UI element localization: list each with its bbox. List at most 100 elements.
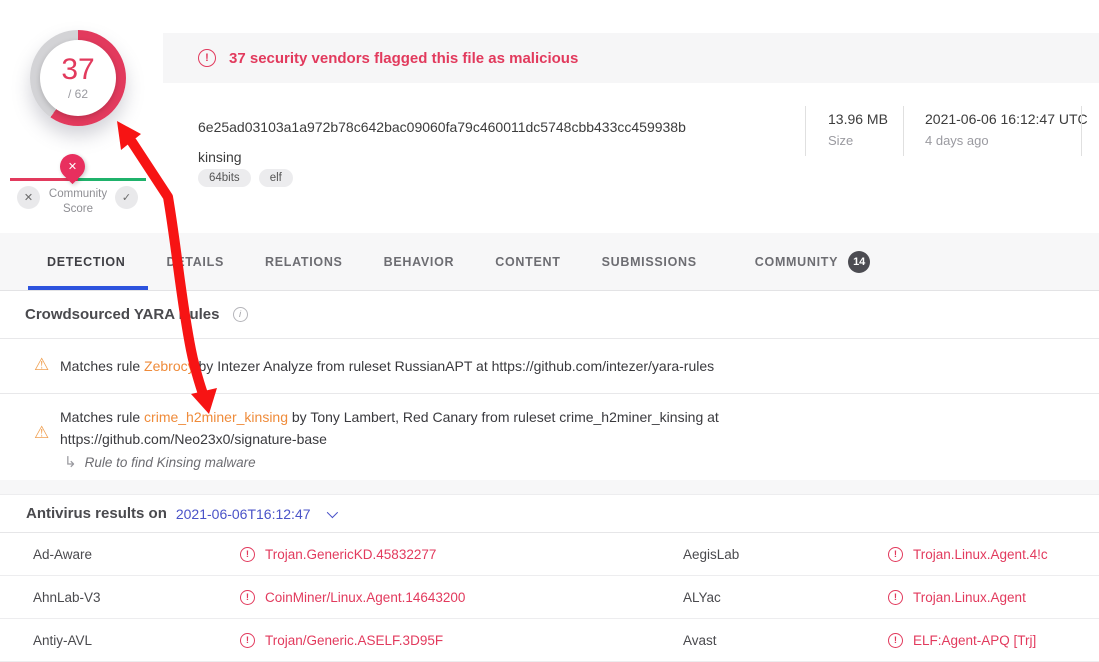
detection-result: ! Trojan/Generic.ASELF.3D95F — [240, 619, 443, 662]
file-hash[interactable]: 6e25ad03103a1a972b78c642bac09060fa79c460… — [198, 119, 686, 135]
alert-circle-icon: ! — [198, 49, 216, 67]
detection-result-text: Trojan.GenericKD.45832277 — [265, 547, 436, 562]
tab-submissions[interactable]: SUBMISSIONS — [602, 233, 697, 290]
detection-result: ! ELF:Agent-APQ [Trj] — [888, 619, 1036, 662]
analysis-date-relative: 4 days ago — [925, 133, 1088, 148]
analysis-date-value: 2021-06-06 16:12:47 UTC — [925, 111, 1088, 127]
tab-relations[interactable]: RELATIONS — [265, 233, 343, 290]
engine-name: Ad-Aware — [33, 533, 92, 576]
antivirus-results-table: Ad-Aware! Trojan.GenericKD.45832277 AegisL… — [0, 533, 1099, 662]
tab-details[interactable]: DETAILS — [167, 233, 224, 290]
file-date-column: 2021-06-06 16:12:47 UTC 4 days ago — [925, 111, 1088, 148]
x-icon: ✕ — [24, 191, 33, 204]
section-gap — [0, 480, 1099, 495]
yara-note-text: Rule to find Kinsing malware — [85, 455, 256, 470]
banner-text: 37 security vendors flagged this file as… — [229, 50, 578, 67]
file-name: kinsing — [198, 149, 242, 165]
file-info-card: 6e25ad03103a1a972b78c642bac09060fa79c460… — [163, 83, 1099, 233]
file-size-column: 13.96 MB Size — [828, 111, 888, 148]
detection-result-text: CoinMiner/Linux.Agent.14643200 — [265, 590, 465, 605]
tab-label: CONTENT — [495, 255, 560, 269]
antivirus-heading: Antivirus results on — [26, 505, 167, 522]
yara-rules-card: ⚠ Matches rule Zebrocy by Intezer Analyze… — [0, 338, 1099, 484]
yara-rule-rest: by Intezer Analyze from ruleset RussianA… — [195, 358, 715, 374]
community-score-pin-icon: ✕ — [55, 149, 90, 184]
yara-rule-rest: by Tony Lambert, Red Canary from ruleset… — [288, 409, 719, 425]
file-size-value: 13.96 MB — [828, 111, 888, 127]
file-tag-64bits[interactable]: 64bits — [198, 169, 251, 187]
yara-rule-link[interactable]: crime_h2miner_kinsing — [144, 409, 288, 425]
yara-rule-prefix: Matches rule — [60, 409, 144, 425]
tab-label: SUBMISSIONS — [602, 255, 697, 269]
yara-rule-text: Matches rule Zebrocy by Intezer Analyze … — [60, 355, 1069, 377]
info-icon[interactable]: i — [233, 307, 248, 322]
yara-rule-row: ⚠ Matches rule crime_h2miner_kinsing by T… — [0, 393, 1099, 484]
exclamation-glyph: ! — [205, 52, 209, 64]
yara-heading: Crowdsourced YARA Rules — [25, 306, 220, 323]
alert-circle-icon: ! — [240, 633, 255, 648]
file-tags: 64bits elf — [198, 169, 293, 187]
engine-name: Avast — [683, 619, 717, 662]
community-count-badge: 14 — [848, 251, 870, 273]
antivirus-section-header: Antivirus results on 2021-06-06T16:12:47 — [0, 495, 1099, 533]
alert-circle-icon: ! — [888, 547, 903, 562]
yara-rule-text: Matches rule crime_h2miner_kinsing by To… — [60, 406, 1069, 428]
meta-divider — [805, 106, 806, 156]
virustotal-detection-page: 37 / 62 ✕ ✕ ✓ Community Score ! 37 secur… — [0, 0, 1099, 662]
engine-name: AegisLab — [683, 533, 739, 576]
detection-result-text: Trojan/Generic.ASELF.3D95F — [265, 633, 443, 648]
detection-result-text: Trojan.Linux.Agent.4!c — [913, 547, 1048, 562]
table-row: Antiy-AVL! Trojan/Generic.ASELF.3D95F Avas… — [0, 619, 1099, 662]
warning-triangle-icon: ⚠ — [34, 424, 49, 441]
meta-divider — [1081, 106, 1082, 156]
table-row: AhnLab-V3! CoinMiner/Linux.Agent.14643200… — [0, 576, 1099, 619]
yara-rule-text: https://github.com/Neo23x0/signature-bas… — [60, 428, 1069, 450]
alert-circle-icon: ! — [240, 547, 255, 562]
file-tag-elf[interactable]: elf — [259, 169, 293, 187]
detection-result: ! Trojan.Linux.Agent — [888, 576, 1026, 619]
detection-result: ! Trojan.GenericKD.45832277 — [240, 533, 436, 576]
file-size-label: Size — [828, 133, 888, 148]
tab-label: DETAILS — [167, 255, 224, 269]
branch-arrow-icon: ↳ — [64, 454, 77, 471]
engine-name: ALYac — [683, 576, 721, 619]
detection-score-gauge: 37 / 62 — [30, 30, 126, 126]
warning-triangle-icon: ⚠ — [34, 356, 49, 373]
tab-detection[interactable]: DETECTION — [47, 233, 126, 290]
tab-community[interactable]: COMMUNITY 14 — [755, 233, 870, 290]
community-label-line2: Score — [38, 202, 118, 217]
alert-circle-icon: ! — [888, 633, 903, 648]
tab-bar: DETECTION DETAILS RELATIONS BEHAVIOR CONTENT… — [0, 233, 1099, 291]
yara-rule-row: ⚠ Matches rule Zebrocy by Intezer Analyze… — [0, 338, 1099, 393]
meta-divider — [903, 106, 904, 156]
antivirus-date-link[interactable]: 2021-06-06T16:12:47 — [176, 506, 311, 522]
yara-rule-note: ↳ Rule to find Kinsing malware — [60, 453, 1069, 471]
detection-result: ! CoinMiner/Linux.Agent.14643200 — [240, 576, 465, 619]
tab-content[interactable]: CONTENT — [495, 233, 560, 290]
community-score-bar-positive — [78, 178, 146, 181]
detection-score-total: / 62 — [68, 87, 88, 101]
yara-section-header: Crowdsourced YARA Rules i — [0, 291, 1099, 338]
tab-label: RELATIONS — [265, 255, 343, 269]
engine-name: Antiy-AVL — [33, 619, 92, 662]
detection-result: ! Trojan.Linux.Agent.4!c — [888, 533, 1048, 576]
detection-result-text: Trojan.Linux.Agent — [913, 590, 1026, 605]
alert-circle-icon: ! — [240, 590, 255, 605]
check-icon: ✓ — [122, 191, 131, 204]
malicious-banner: ! 37 security vendors flagged this file … — [163, 33, 1099, 83]
yara-rule-prefix: Matches rule — [60, 358, 144, 374]
tab-behavior[interactable]: BEHAVIOR — [384, 233, 455, 290]
vote-harmless-button[interactable]: ✓ — [115, 186, 138, 209]
info-glyph: i — [239, 309, 241, 320]
tab-label: COMMUNITY — [755, 255, 838, 269]
tab-label: DETECTION — [47, 255, 126, 269]
chevron-down-icon[interactable] — [326, 506, 337, 517]
yara-rule-link[interactable]: Zebrocy — [144, 358, 195, 374]
detection-score-inner: 37 / 62 — [40, 40, 116, 116]
table-row: Ad-Aware! Trojan.GenericKD.45832277 AegisL… — [0, 533, 1099, 576]
community-score-label: Community Score — [38, 187, 118, 217]
alert-circle-icon: ! — [888, 590, 903, 605]
detection-result-text: ELF:Agent-APQ [Trj] — [913, 633, 1036, 648]
vote-malicious-button[interactable]: ✕ — [17, 186, 40, 209]
engine-name: AhnLab-V3 — [33, 576, 101, 619]
